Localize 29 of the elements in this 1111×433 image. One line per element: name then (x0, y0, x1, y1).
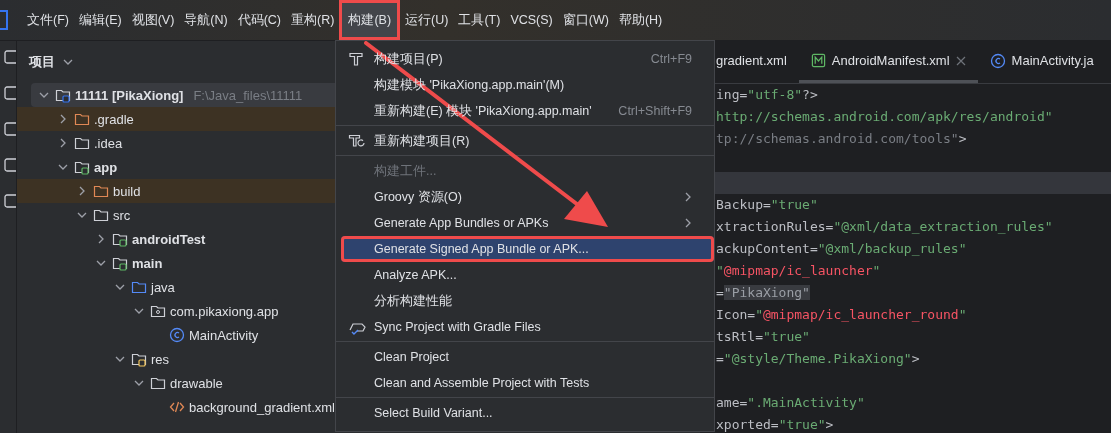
project-path: F:\Java_files\11111 (193, 87, 303, 103)
tree-item-label: build (113, 183, 141, 199)
code-line: "@mipmap/ic_launcher" (715, 262, 882, 280)
tree-item-label: java (151, 279, 175, 295)
tree-item-label: app (94, 159, 118, 175)
tree-item-label: main (132, 255, 163, 271)
code-line: Icon="@mipmap/ic_launcher_round" (715, 306, 968, 324)
tree-item-label: androidTest (132, 231, 206, 247)
code-line: ="@style/Theme.PikaXiong"> (715, 350, 921, 368)
code-line: http://schemas.android.com/apk/res/android" (715, 108, 1054, 126)
code-line: tp://schemas.android.com/tools"> (715, 130, 968, 148)
tree-item-label: .gradle (94, 111, 134, 127)
code-line: xported="true"> (715, 416, 835, 433)
code-line: ing="utf-8"?> (715, 86, 819, 104)
code-line: xtractionRules="@xml/data_extraction_rules" (715, 218, 1054, 236)
code-line: ame=".MainActivity" (715, 394, 866, 412)
tree-item-label: drawable (170, 375, 223, 391)
tree-item-label: background_gradient.xml (189, 399, 335, 415)
code-line: ackupContent="@xml/backup_rules" (715, 240, 968, 258)
shortcut-label: Ctrl+F9 (650, 52, 692, 66)
code-line: tsRtl="true" (715, 328, 811, 346)
tree-item-label: src (113, 207, 131, 223)
tree-item-label: com.pikaxiong.app (170, 303, 279, 319)
tree-item-label: 11111 [PikaXiong] (75, 87, 184, 103)
tree-item-label: MainActivity (189, 327, 259, 343)
tree-item-label: res (151, 351, 170, 367)
shortcut-label: Ctrl+Shift+F9 (618, 104, 692, 118)
tree-item-label: .idea (94, 135, 123, 151)
code-line: Backup="true" (715, 196, 819, 214)
